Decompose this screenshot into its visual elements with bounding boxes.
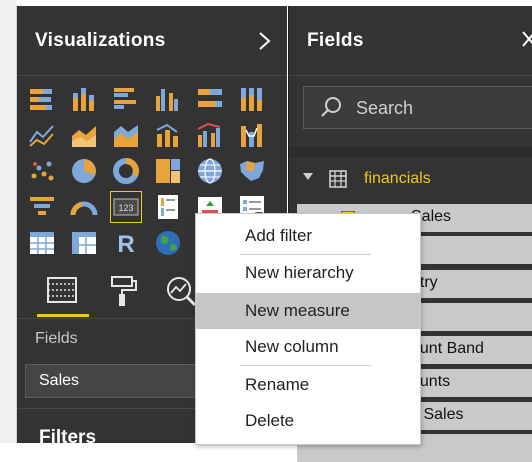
area-chart-icon[interactable] (69, 120, 99, 150)
context-menu: Add filter New hierarchy New measure New… (195, 213, 421, 445)
close-icon[interactable] (521, 28, 532, 56)
100-stacked-column-chart-icon[interactable] (237, 84, 267, 114)
donut-chart-icon[interactable] (111, 156, 141, 186)
search-divider (289, 147, 532, 157)
map-icon[interactable] (195, 156, 225, 186)
stacked-column-chart-icon[interactable] (69, 84, 99, 114)
menu-item-label: New column (245, 337, 339, 356)
stacked-area-chart-icon[interactable] (111, 120, 141, 150)
paint-roller-icon[interactable] (102, 272, 142, 310)
field-name: ount Band (411, 340, 484, 357)
menu-item-label: Rename (245, 375, 310, 394)
card-icon[interactable]: 123 (110, 191, 142, 223)
search-placeholder: Search (356, 98, 414, 118)
scatter-chart-icon[interactable] (27, 156, 57, 186)
fields-tab-icon[interactable] (42, 272, 82, 310)
fields-well-value: Sales (39, 372, 80, 389)
filled-map-icon[interactable] (237, 156, 267, 186)
menu-item-label: Add filter (245, 226, 313, 245)
table-financials[interactable]: financials (289, 162, 532, 196)
menu-item-new-hierarchy[interactable]: New hierarchy (196, 255, 420, 291)
left-edge-strip (0, 0, 17, 443)
svg-text:123: 123 (118, 203, 133, 213)
menu-item-label: New measure (245, 301, 350, 320)
100-stacked-bar-chart-icon[interactable] (195, 84, 225, 114)
funnel-icon[interactable] (27, 192, 57, 222)
multi-row-card-icon[interactable] (153, 192, 183, 222)
matrix-icon[interactable] (69, 228, 99, 258)
table-icon[interactable] (27, 228, 57, 258)
fields-title: Fields (307, 30, 364, 51)
search-input[interactable]: Search (303, 86, 532, 129)
globe-map-icon[interactable] (153, 228, 183, 258)
table-name: financials (364, 170, 431, 187)
ribbon-chart-icon[interactable] (237, 120, 267, 150)
r-script-visual-icon[interactable]: R (111, 228, 141, 258)
treemap-icon[interactable] (153, 156, 183, 186)
active-tab-indicator (37, 314, 89, 317)
menu-item-rename[interactable]: Rename (196, 367, 420, 403)
gauge-icon[interactable] (69, 192, 99, 222)
line-chart-icon[interactable] (27, 120, 57, 150)
menu-item-new-column[interactable]: New column (196, 329, 420, 365)
pane-divider (17, 75, 287, 76)
table-grid-icon (329, 170, 347, 188)
fields-divider (289, 75, 532, 76)
chevron-right-icon[interactable] (257, 30, 273, 58)
menu-item-label: New hierarchy (245, 263, 354, 282)
menu-item-new-measure[interactable]: New measure (196, 293, 420, 329)
menu-item-label: Delete (245, 411, 295, 430)
fields-well[interactable]: Sales (25, 364, 212, 398)
search-icon (320, 96, 342, 118)
visualizations-title: Visualizations (35, 30, 166, 51)
clustered-column-chart-icon[interactable] (153, 84, 183, 114)
line-and-clustered-column-chart-icon[interactable] (195, 120, 225, 150)
svg-text:R: R (117, 231, 134, 258)
fields-well-label: Fields (35, 330, 78, 347)
line-and-stacked-column-chart-icon[interactable] (153, 120, 183, 150)
menu-item-delete[interactable]: Delete (196, 403, 420, 439)
filters-title: Filters (39, 427, 97, 448)
stacked-bar-chart-icon[interactable] (27, 84, 57, 114)
menu-item-add-filter[interactable]: Add filter (196, 218, 420, 254)
collapse-caret-icon[interactable] (303, 173, 313, 180)
pie-chart-icon[interactable] (69, 156, 99, 186)
menu-divider (240, 365, 371, 366)
clustered-bar-chart-icon[interactable] (111, 84, 141, 114)
